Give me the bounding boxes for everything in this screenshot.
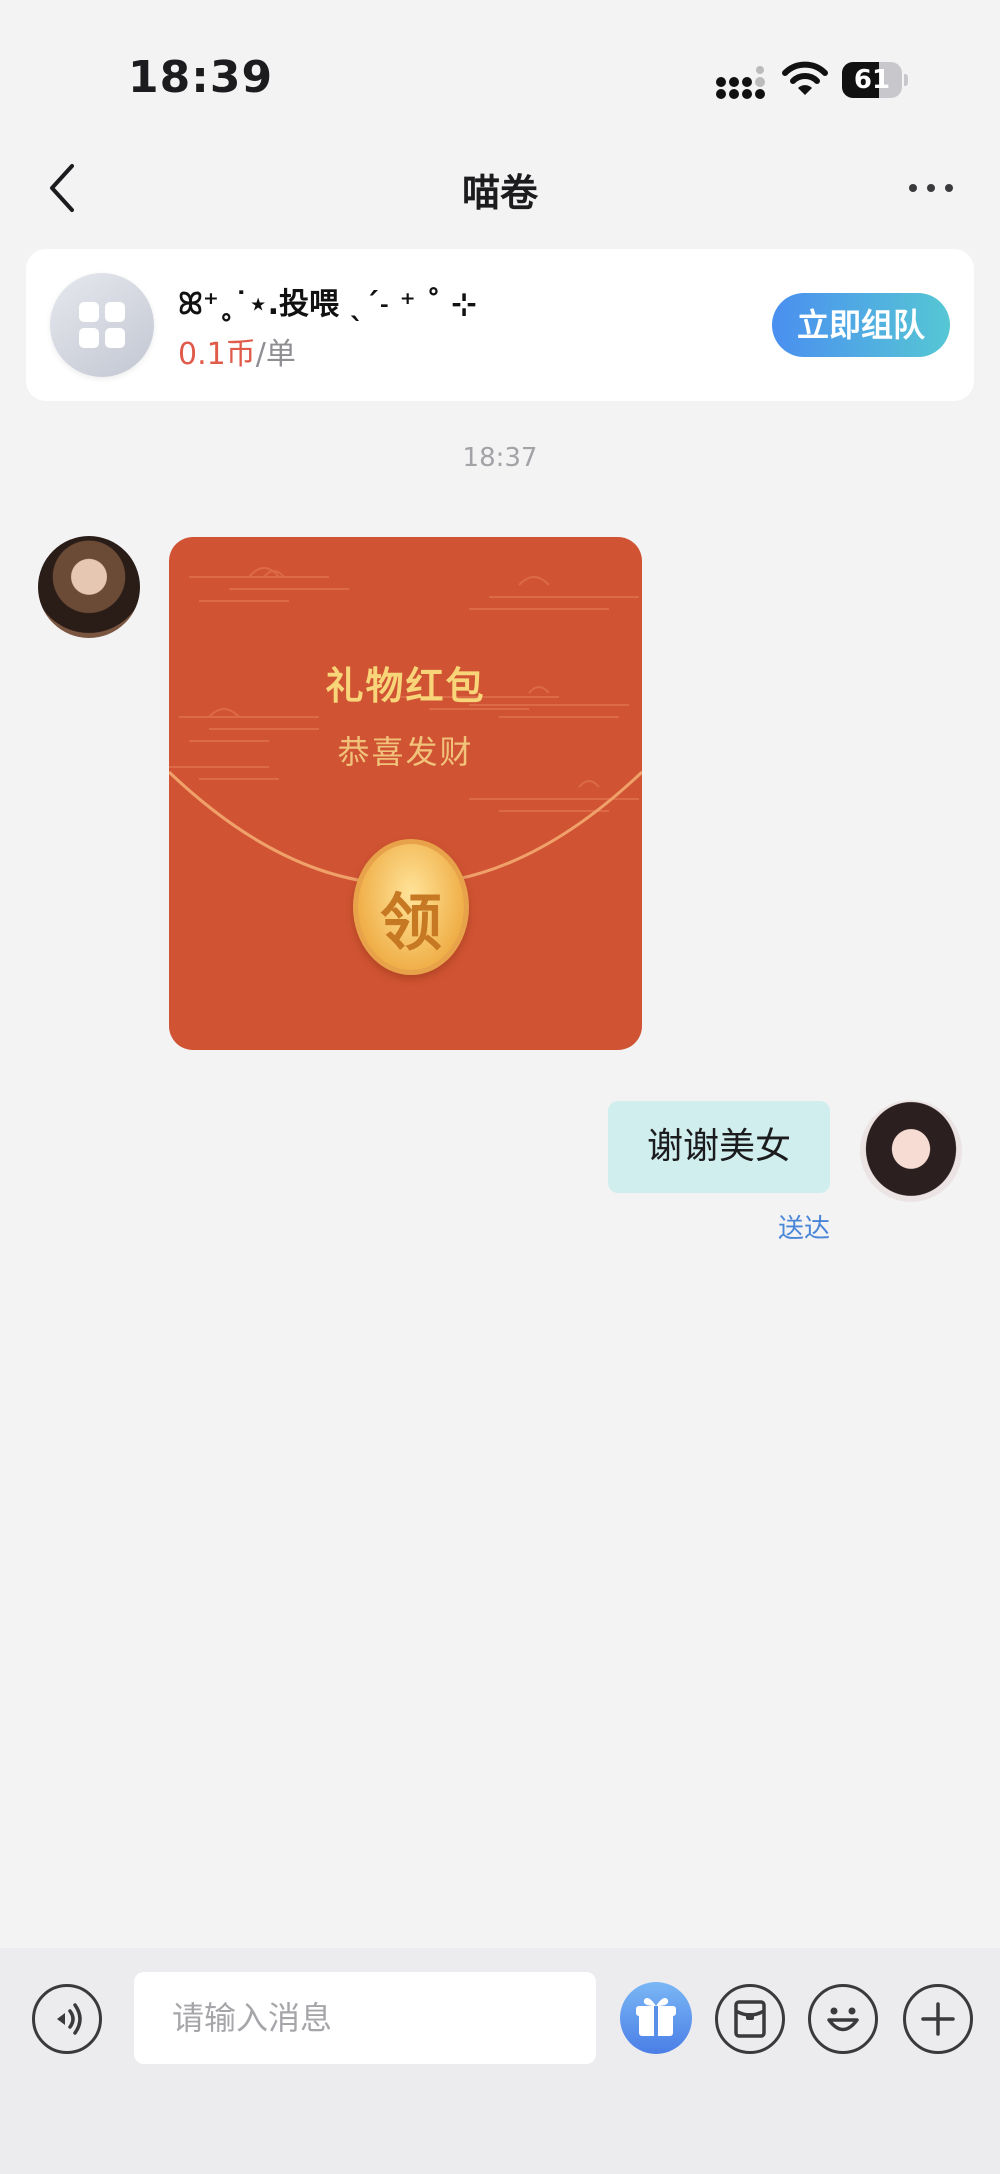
- claim-button[interactable]: 领: [353, 839, 469, 975]
- emoji-button[interactable]: [808, 1984, 878, 2054]
- voice-icon: [57, 2003, 82, 2035]
- gift-icon: [636, 1998, 676, 2036]
- status-time: 18:39: [128, 52, 274, 103]
- join-team-button[interactable]: 立即组队: [772, 293, 950, 357]
- voice-button[interactable]: [32, 1984, 102, 2054]
- red-packet-title: 礼物红包: [325, 664, 486, 708]
- user-avatar[interactable]: [860, 1100, 962, 1202]
- service-title: ꕤ⁺˳˙⋆.投喂 ˎˊ˗ ⁺ ˚ ⊹: [178, 287, 477, 322]
- grid-icon: [79, 302, 125, 348]
- message-input-bar: [0, 1948, 1000, 2174]
- plus-icon: [921, 2002, 955, 2036]
- battery-level: 61: [853, 65, 891, 95]
- red-packet-greeting: 恭喜发财: [337, 733, 474, 771]
- contact-avatar[interactable]: [38, 536, 140, 638]
- chat-timestamp: 18:37: [462, 443, 538, 473]
- red-packet-message[interactable]: 礼物红包 恭喜发财 领: [169, 537, 642, 1050]
- sent-message-bubble[interactable]: 谢谢美女: [608, 1101, 830, 1193]
- gift-button[interactable]: [620, 1982, 692, 2054]
- battery-indicator: 61: [842, 62, 908, 98]
- price-unit: /单: [255, 337, 296, 372]
- message-input[interactable]: [134, 1972, 596, 2064]
- claim-label: 领: [379, 886, 442, 959]
- wifi-icon: [782, 61, 828, 95]
- red-packet-button[interactable]: [715, 1984, 785, 2054]
- delivery-status: 送达: [777, 1214, 830, 1244]
- page-title: 喵卷: [461, 171, 538, 215]
- service-avatar: [50, 273, 154, 377]
- more-actions-button[interactable]: [903, 1984, 973, 2054]
- service-price: 0.1币/单: [178, 329, 296, 373]
- price-value: 0.1币: [178, 337, 256, 372]
- red-packet-icon: [734, 2000, 766, 2038]
- cellular-signal-icon: [716, 66, 765, 99]
- order-card[interactable]: ꕤ⁺˳˙⋆.投喂 ˎˊ˗ ⁺ ˚ ⊹ 0.1币/单 立即组队: [26, 249, 974, 401]
- more-options-button[interactable]: [906, 170, 956, 206]
- status-bar: 18:39 61: [0, 0, 1000, 150]
- emoji-icon: [827, 2007, 859, 2032]
- back-button[interactable]: [36, 158, 88, 218]
